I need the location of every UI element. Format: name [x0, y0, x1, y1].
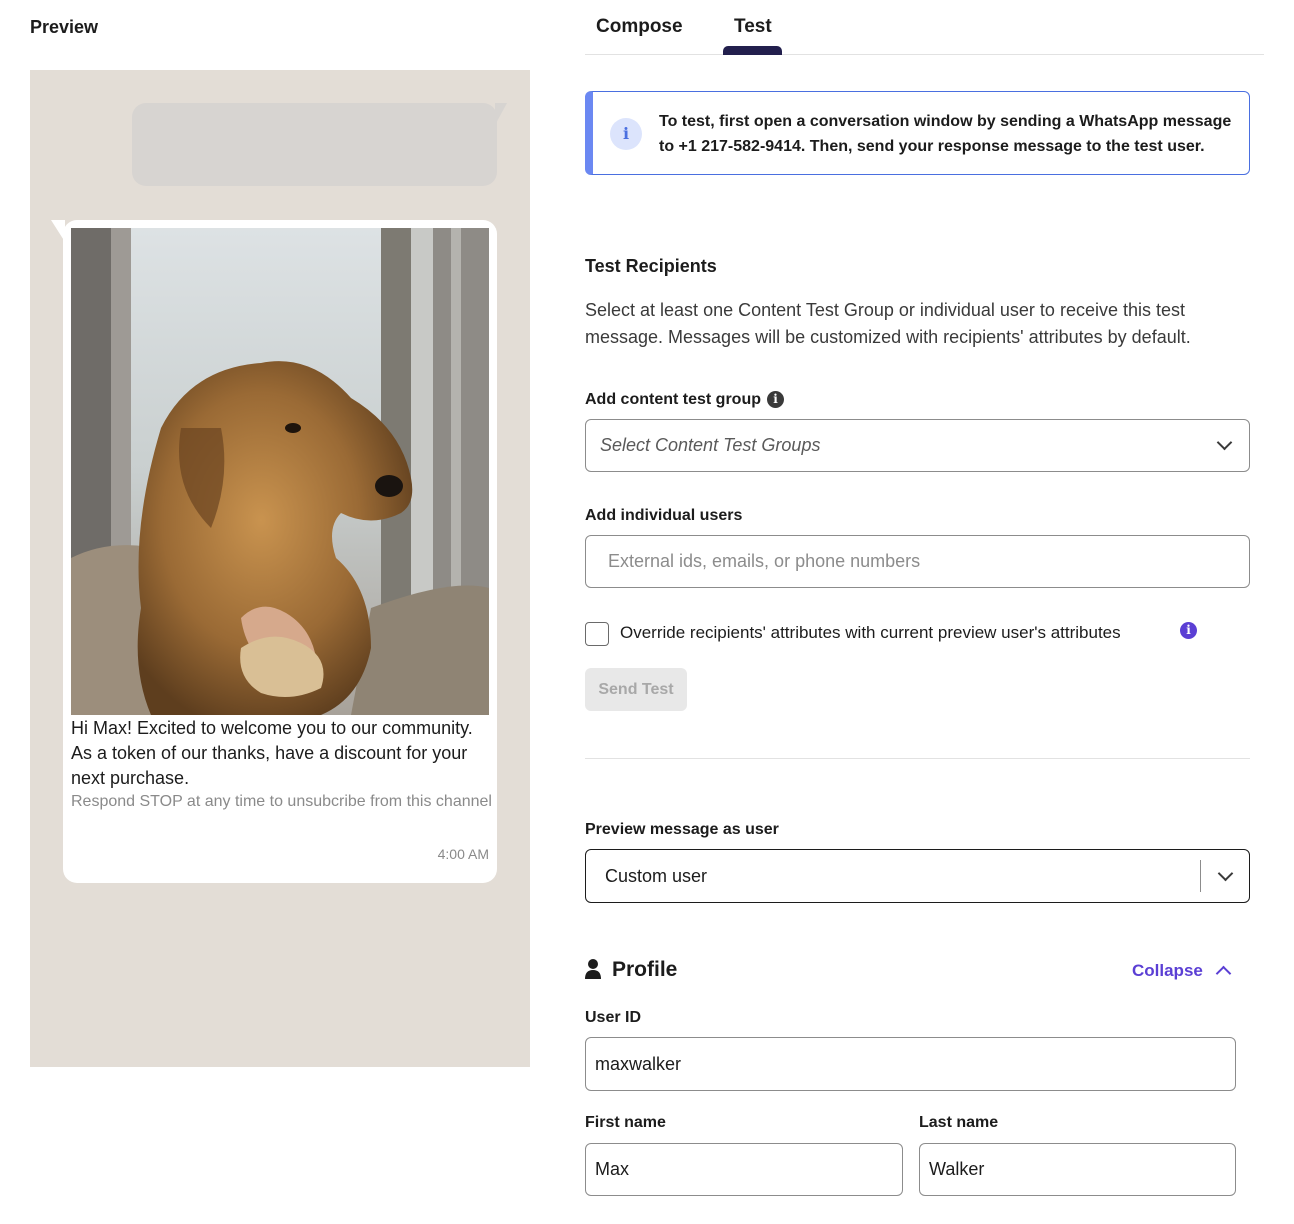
select-separator: [1200, 860, 1201, 892]
dog-photo: [71, 228, 489, 715]
last-name-label: Last name: [919, 1114, 999, 1131]
preview-title: Preview: [30, 17, 99, 37]
user-id-label: User ID: [585, 1009, 642, 1026]
tab-compose[interactable]: Compose: [596, 16, 683, 38]
placeholder-message-bubble: [132, 103, 507, 186]
person-icon: [585, 959, 601, 979]
chevron-down-icon: [1217, 865, 1234, 882]
message-body: Hi Max! Excited to welcome you to our co…: [71, 718, 473, 788]
test-recipients-title: Test Recipients: [585, 256, 717, 276]
message-image: [71, 228, 489, 715]
last-name-input[interactable]: [919, 1143, 1236, 1196]
info-circle-icon[interactable]: i: [766, 391, 784, 408]
info-banner: i To test, first open a conversation win…: [585, 91, 1250, 175]
profile-title: Profile: [612, 958, 678, 981]
tab-bar: Compose Test: [585, 0, 1264, 55]
content-test-group-placeholder: Select Content Test Groups: [600, 435, 821, 455]
section-divider: [585, 758, 1250, 759]
override-attributes-label: Override recipients' attributes with cur…: [620, 623, 1121, 642]
content-test-group-label: Add content test group i: [585, 391, 784, 409]
content-test-group-label-text: Add content test group: [585, 391, 761, 408]
message-footer: Respond STOP at any time to unsubcribe f…: [71, 793, 492, 810]
preview-user-value: Custom user: [605, 866, 708, 886]
first-name-input[interactable]: [585, 1143, 903, 1196]
phone-preview: Hi Max! Excited to welcome you to our co…: [30, 70, 530, 1067]
info-circle-icon[interactable]: i: [1180, 622, 1197, 639]
user-id-input[interactable]: [585, 1037, 1236, 1091]
individual-users-input[interactable]: [585, 535, 1250, 588]
send-test-button[interactable]: Send Test: [585, 668, 687, 711]
individual-users-label: Add individual users: [585, 507, 743, 524]
message-bubble: Hi Max! Excited to welcome you to our co…: [51, 220, 497, 883]
preview-user-select[interactable]: Custom user: [585, 849, 1250, 903]
info-banner-text: To test, first open a conversation windo…: [659, 113, 1232, 155]
active-tab-indicator: [723, 46, 782, 55]
message-timestamp: 4:00 AM: [437, 846, 489, 862]
override-attributes-checkbox[interactable]: [585, 622, 609, 646]
tab-test[interactable]: Test: [734, 16, 772, 38]
info-icon: i: [610, 118, 642, 150]
collapse-link[interactable]: Collapse: [1132, 961, 1203, 981]
content-test-group-select[interactable]: Select Content Test Groups: [585, 419, 1250, 472]
chevron-up-icon[interactable]: [1215, 965, 1232, 982]
preview-as-user-label: Preview message as user: [585, 821, 779, 838]
first-name-label: First name: [585, 1114, 666, 1131]
chevron-down-icon: [1216, 434, 1233, 451]
test-recipients-description: Select at least one Content Test Group o…: [585, 300, 1191, 347]
